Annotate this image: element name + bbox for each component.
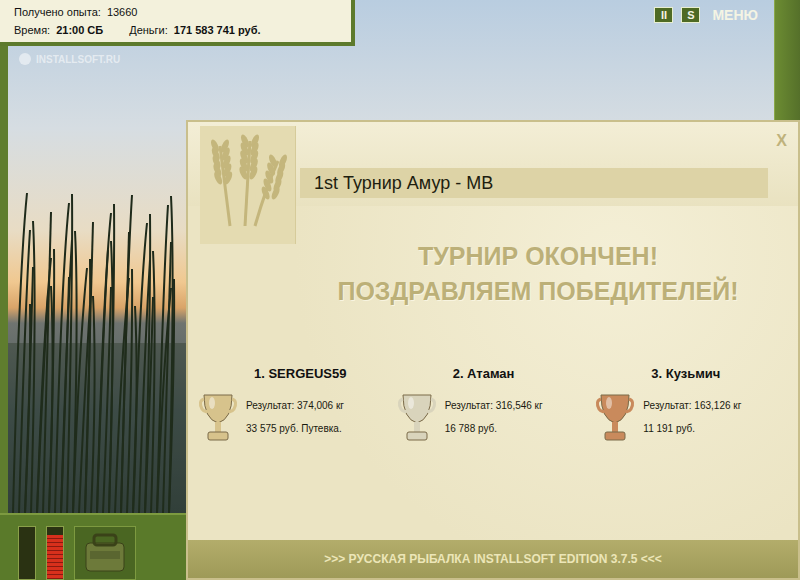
logo-icon [18,52,32,66]
gauge [18,526,36,580]
dialog-body: ТУРНИР ОКОНЧЕН! ПОЗДРАВЛЯЕМ ПОБЕДИТЕЛЕЙ! 1… [188,206,798,540]
tournament-dialog: 1st Турнир Амур - МВ X ТУРНИР ОКОНЧЕН! ПОЗД… [186,120,800,580]
headline: ТУРНИР ОКОНЧЕН! ПОЗДРАВЛЯЕМ ПОБЕДИТЕЛЕЙ! [278,242,798,306]
time-value: 21:00 СБ [56,24,103,36]
winner-details: Результат: 374,006 кг 33 575 руб. Путевка… [246,400,344,434]
reeds-icon [8,43,208,513]
toolbar-button[interactable]: II [654,7,673,23]
winner-details: Результат: 163,126 кг 11 191 руб. [643,400,741,434]
wheat-emblem [200,126,296,244]
watermark-text: INSTALLSOFT.RU [36,54,120,65]
dialog-header: 1st Турнир Амур - МВ X [188,122,798,206]
time-money-row: Время: 21:00 СБ Деньги: 171 583 741 руб. [14,24,351,36]
hud-panel: Получено опыта: 13660 Время: 21:00 СБ Деньги… [0,0,355,46]
winners-list: 1. SERGEUS59 Результат: 374,006 кг 33 575 … [198,366,798,445]
gauge [46,526,64,580]
dialog-footer: >>> РУССКАЯ РЫБАЛКА INSTALLSOFT EDITION … [188,540,798,578]
winner-prize: 16 788 руб. [445,423,543,434]
toolbar-button[interactable]: S [681,7,700,23]
winner-prize: 33 575 руб. Путевка. [246,423,344,434]
winner-card: 1. SERGEUS59 Результат: 374,006 кг 33 575 … [198,366,391,445]
winner-row: Результат: 316,546 кг 16 788 руб. [397,389,590,445]
watermark: INSTALLSOFT.RU [18,52,120,66]
trophy-icon [397,389,437,445]
time-label: Время: [14,24,50,36]
menu-button[interactable]: МЕНЮ [708,7,762,23]
winner-name: 3. Кузьмич [595,366,788,381]
winner-name: 2. Атаман [397,366,590,381]
winner-card: 3. Кузьмич Результат: 163,126 кг 11 191 ру… [595,366,788,445]
trophy-icon [595,389,635,445]
experience-label: Получено опыта: [14,6,101,18]
winner-result: Результат: 163,126 кг [643,400,741,411]
gauge-fill [47,535,63,579]
trophy-icon [198,389,238,445]
winner-result: Результат: 316,546 кг [445,400,543,411]
bag-slot[interactable] [74,526,136,580]
headline-line: ТУРНИР ОКОНЧЕН! [418,242,658,271]
close-button[interactable]: X [773,132,790,150]
experience-value: 13660 [107,6,138,18]
experience-row: Получено опыта: 13660 [14,6,351,18]
bag-icon [80,531,130,575]
winner-row: Результат: 163,126 кг 11 191 руб. [595,389,788,445]
winner-row: Результат: 374,006 кг 33 575 руб. Путевка… [198,389,391,445]
headline-line: ПОЗДРАВЛЯЕМ ПОБЕДИТЕЛЕЙ! [337,277,738,306]
dialog-title: 1st Турнир Амур - МВ [300,168,768,198]
money-value: 171 583 741 руб. [174,24,261,36]
left-frame [0,0,8,513]
wheat-icon [200,126,295,244]
winner-details: Результат: 316,546 кг 16 788 руб. [445,400,543,434]
winner-result: Результат: 374,006 кг [246,400,344,411]
winner-name: 1. SERGEUS59 [198,366,391,381]
winner-card: 2. Атаман Результат: 316,546 кг 16 788 руб… [397,366,590,445]
winner-prize: 11 191 руб. [643,423,741,434]
toolbar: II S МЕНЮ [654,7,762,23]
money-label: Деньги: [129,24,168,36]
